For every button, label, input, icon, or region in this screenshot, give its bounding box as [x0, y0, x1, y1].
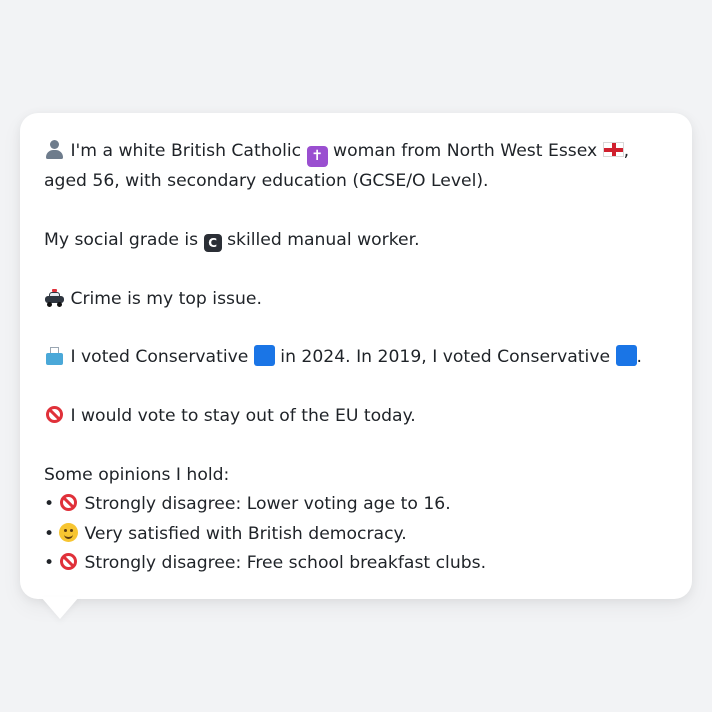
no-entry-icon — [46, 406, 63, 424]
grade-c-icon: C — [203, 233, 222, 252]
issue-text: Crime is my top issue. — [70, 288, 262, 309]
social-text-1: My social grade is — [44, 229, 199, 250]
england-flag-icon — [602, 142, 624, 157]
blue-square-icon — [253, 345, 275, 367]
persona-message-bubble: I'm a white British Catholic ✝ woman fro… — [20, 113, 692, 599]
bullet-point: • — [44, 523, 55, 544]
social-text-2: skilled manual worker. — [227, 229, 420, 250]
blue-square-icon — [615, 345, 637, 367]
bullet-point: • — [44, 553, 55, 574]
police-car-icon — [44, 288, 65, 307]
eu-text: I would vote to stay out of the EU today… — [70, 406, 416, 427]
opinion-item: • Strongly disagree: Free school breakfa… — [44, 549, 668, 578]
opinion-item: • Very satisfied with British democracy. — [44, 520, 668, 549]
vote-text-1: I voted Conservative — [70, 347, 249, 368]
latin-cross-icon: ✝ — [306, 146, 328, 167]
intro-text-1: I'm a white British Catholic — [70, 141, 302, 161]
eu-paragraph: I would vote to stay out of the EU today… — [44, 402, 668, 431]
vote-history-paragraph: I voted Conservative in 2024. In 2019, I… — [44, 343, 668, 372]
intro-paragraph: I'm a white British Catholic ✝ woman fro… — [44, 137, 668, 196]
opinion-text: Strongly disagree: Lower voting age to 1… — [84, 494, 451, 515]
social-grade-paragraph: My social grade is C skilled manual work… — [44, 226, 668, 255]
no-entry-icon — [60, 553, 77, 571]
person-silhouette-icon — [44, 139, 65, 159]
bubble-tail — [41, 597, 79, 619]
opinion-item: • Strongly disagree: Lower voting age to… — [44, 490, 668, 519]
no-entry-icon — [60, 494, 77, 512]
intro-text-2: woman from North West Essex — [333, 141, 598, 161]
ballot-box-icon — [44, 346, 65, 366]
top-issue-paragraph: Crime is my top issue. — [44, 285, 668, 314]
vote-text-2: in 2024. In 2019, I voted Conservative — [280, 347, 611, 368]
bullet-point: • — [44, 494, 55, 515]
opinion-text: Strongly disagree: Free school breakfast… — [84, 553, 487, 574]
opinion-text: Very satisfied with British democracy. — [84, 523, 407, 544]
smiling-face-icon — [59, 522, 78, 542]
vote-text-3: . — [636, 347, 643, 368]
opinions-heading: Some opinions I hold: — [44, 464, 230, 485]
